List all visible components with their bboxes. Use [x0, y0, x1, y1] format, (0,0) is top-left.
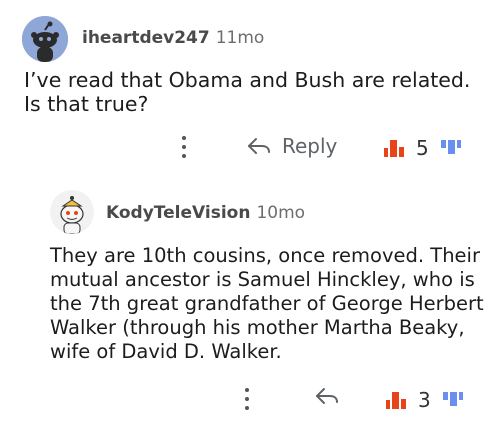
snoo-avatar-icon [50, 190, 94, 234]
comment-meta: KodyTeleVision 10mo [106, 203, 305, 223]
comment-body: I’ve read that Obama and Bush are relate… [24, 68, 471, 116]
vote-score: 5 [416, 136, 429, 160]
comment-age: 10mo [256, 203, 306, 223]
avatar[interactable] [50, 190, 94, 234]
username[interactable]: iheartdev247 [82, 28, 210, 48]
comment-meta: iheartdev247 11mo [82, 28, 264, 48]
reply-arrow-icon [248, 138, 270, 154]
comment-actions: Reply 5 [0, 132, 500, 166]
vote-controls: 3 [384, 388, 465, 412]
more-options-icon[interactable] [244, 388, 250, 414]
comment-age: 11mo [215, 28, 265, 48]
upvote-icon[interactable] [384, 390, 408, 410]
downvote-icon[interactable] [441, 390, 465, 410]
more-options-icon[interactable] [181, 136, 187, 162]
vote-score: 3 [418, 388, 431, 412]
reply-button[interactable]: Reply [246, 134, 337, 158]
reply-label: Reply [282, 134, 338, 158]
vote-controls: 5 [382, 136, 463, 160]
comment-actions: 3 [0, 384, 500, 418]
downvote-icon[interactable] [439, 138, 463, 158]
reply-arrow-icon [316, 388, 338, 404]
comment: iheartdev247 11mo I’ve read that Obama an… [0, 0, 500, 180]
upvote-icon[interactable] [382, 138, 406, 158]
comment-body: They are 10th cousins, once removed. The… [50, 244, 484, 363]
snoo-avatar-icon [22, 16, 68, 62]
username[interactable]: KodyTeleVision [106, 203, 250, 223]
reply-button[interactable] [314, 386, 340, 406]
avatar[interactable] [22, 16, 68, 62]
